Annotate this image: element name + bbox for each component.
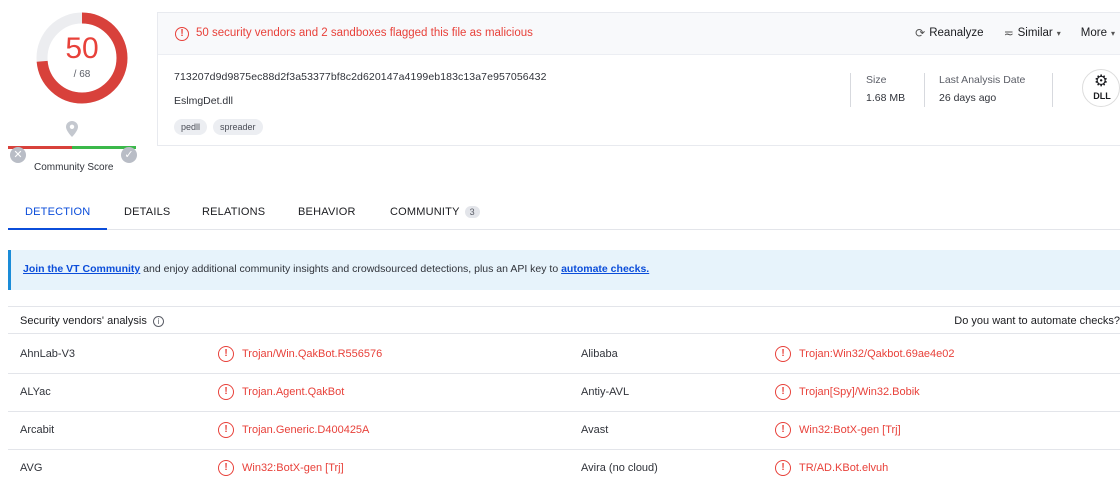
active-tab-indicator (8, 228, 107, 230)
detection-label: TR/AD.KBot.elvuh (799, 462, 889, 474)
chevron-down-icon: ▾ (1056, 28, 1061, 38)
community-score-bar (8, 146, 136, 149)
table-row: ALYac! Trojan.Agent.QakBot Antiy-AVL! Troja… (8, 374, 1120, 412)
community-score-label: Community Score (34, 162, 114, 173)
detection-result: ! Win32:BotX-gen [Trj] (775, 422, 901, 438)
alert-icon: ! (775, 346, 791, 362)
vendor-name: ALYac (20, 386, 51, 398)
join-community-link[interactable]: Join the VT Community (23, 263, 140, 275)
detection-score-widget: 50 / 68 ✕ ✓ Community Score (8, 8, 148, 176)
vendor-name: AVG (20, 462, 43, 474)
detection-label: Trojan/Win.QakBot.R556576 (242, 348, 383, 360)
tab-detection[interactable]: DETECTION (25, 206, 90, 218)
divider (1052, 73, 1053, 107)
alert-icon: ! (218, 346, 234, 362)
detection-result: ! Trojan:Win32/Qakbot.69ae4e02 (775, 346, 955, 362)
detection-count: 50 (65, 32, 99, 65)
alert-icon: ! (775, 460, 791, 476)
banner-body: and enjoy additional community insights … (140, 263, 562, 275)
detection-label: Win32:BotX-gen [Trj] (799, 424, 901, 436)
table-row: Arcabit! Trojan.Generic.D400425A Avast! Win… (8, 412, 1120, 450)
table-row: AVG! Win32:BotX-gen [Trj] Avira (no cloud)… (8, 450, 1120, 486)
detection-gauge: 50 / 68 (32, 8, 132, 108)
reanalyze-button[interactable]: ⟳ Reanalyze (915, 26, 983, 40)
gear-icon: ⚙ (1094, 73, 1109, 90)
alert-icon: ! (218, 384, 234, 400)
refresh-icon: ⟳ (915, 26, 926, 40)
community-banner: Join the VT Community and enjoy addition… (8, 250, 1120, 290)
total-engines: / 68 (73, 69, 91, 80)
file-type-label: DLL (1093, 91, 1111, 101)
vendor-name: Arcabit (20, 424, 55, 436)
automate-checks-prompt[interactable]: Do you want to automate checks? (954, 315, 1120, 327)
file-hash[interactable]: 713207d9d9875ec88d2f3a53377bf8c2d620147a… (174, 71, 547, 83)
alert-icon: ! (775, 384, 791, 400)
banner-text: Join the VT Community and enjoy addition… (23, 263, 649, 275)
header-actions: ⟳ Reanalyze ≂ Similar ▾ More ▾ (915, 26, 1115, 40)
divider (850, 73, 851, 107)
alert-text: 50 security vendors and 2 sandboxes flag… (196, 27, 533, 39)
last-analysis-label: Last Analysis Date (939, 74, 1026, 86)
last-analysis-value: 26 days ago (939, 92, 997, 104)
info-icon[interactable]: i (152, 316, 164, 327)
similar-dropdown[interactable]: ≂ Similar ▾ (1004, 26, 1061, 40)
reanalyze-label: Reanalyze (929, 27, 984, 39)
community-count-badge: 3 (464, 206, 480, 218)
alert-icon: ! (775, 422, 791, 438)
detection-label: Trojan[Spy]/Win32.Bobik (799, 386, 920, 398)
detection-label: Trojan:Win32/Qakbot.69ae4e02 (799, 348, 955, 360)
vendor-name: Avast (581, 424, 609, 436)
detection-label: Win32:BotX-gen [Trj] (242, 462, 344, 474)
detection-result: ! Trojan.Generic.D400425A (218, 422, 369, 438)
detection-result: ! Win32:BotX-gen [Trj] (218, 460, 344, 476)
similar-icon: ≂ (1003, 26, 1014, 40)
more-dropdown[interactable]: More ▾ (1081, 26, 1115, 40)
tab-relations[interactable]: RELATIONS (202, 206, 265, 218)
detection-result: ! TR/AD.KBot.elvuh (775, 460, 888, 476)
tab-community[interactable]: COMMUNITY 3 (390, 206, 480, 218)
report-tabs: DETECTION DETAILS RELATIONS BEHAVIOR COM… (8, 196, 1120, 230)
vendor-name: Avira (no cloud) (581, 462, 658, 474)
detection-label: Trojan.Generic.D400425A (242, 424, 370, 436)
more-label: More (1080, 27, 1107, 39)
divider (924, 73, 925, 107)
tab-details[interactable]: DETAILS (124, 206, 170, 218)
vendor-name: Antiy-AVL (581, 386, 630, 398)
vendor-name: AhnLab-V3 (20, 348, 76, 360)
file-name: EslmgDet.dll (174, 95, 233, 107)
analysis-title: Security vendors' analysis i (20, 315, 164, 327)
detection-result: ! Trojan.Agent.QakBot (218, 384, 344, 400)
file-summary-card: ! 50 security vendors and 2 sandboxes fl… (157, 12, 1120, 146)
vote-harmless-button[interactable]: ✓ (121, 147, 137, 163)
vendor-name: Alibaba (581, 348, 618, 360)
map-pin-icon (66, 121, 78, 137)
tag-pedll[interactable]: pedll (174, 119, 208, 135)
size-label: Size (866, 74, 887, 86)
tab-community-label: COMMUNITY (390, 206, 460, 218)
file-tags: pedll spreader (174, 119, 263, 135)
automate-checks-link[interactable]: automate checks. (561, 263, 649, 275)
alert-icon: ! (218, 422, 234, 438)
file-type-icon: ⚙ DLL (1082, 69, 1120, 107)
vote-malicious-button[interactable]: ✕ (10, 147, 26, 163)
table-row: AhnLab-V3! Trojan/Win.QakBot.R556576 Aliba… (8, 336, 1120, 374)
malicious-alert-bar: ! 50 security vendors and 2 sandboxes fl… (158, 13, 1120, 55)
analysis-header: Security vendors' analysis i Do you want … (8, 306, 1120, 334)
detection-result: ! Trojan/Win.QakBot.R556576 (218, 346, 382, 362)
alert-icon: ! (218, 460, 234, 476)
tag-spreader[interactable]: spreader (213, 119, 263, 135)
alert-icon: ! (175, 27, 189, 41)
tab-behavior[interactable]: BEHAVIOR (298, 206, 356, 218)
chevron-down-icon: ▾ (1110, 28, 1115, 38)
detection-label: Trojan.Agent.QakBot (242, 386, 345, 398)
size-value: 1.68 MB (866, 92, 906, 104)
analysis-title-text: Security vendors' analysis (20, 315, 147, 327)
similar-label: Similar (1017, 27, 1053, 39)
detection-result: ! Trojan[Spy]/Win32.Bobik (775, 384, 920, 400)
